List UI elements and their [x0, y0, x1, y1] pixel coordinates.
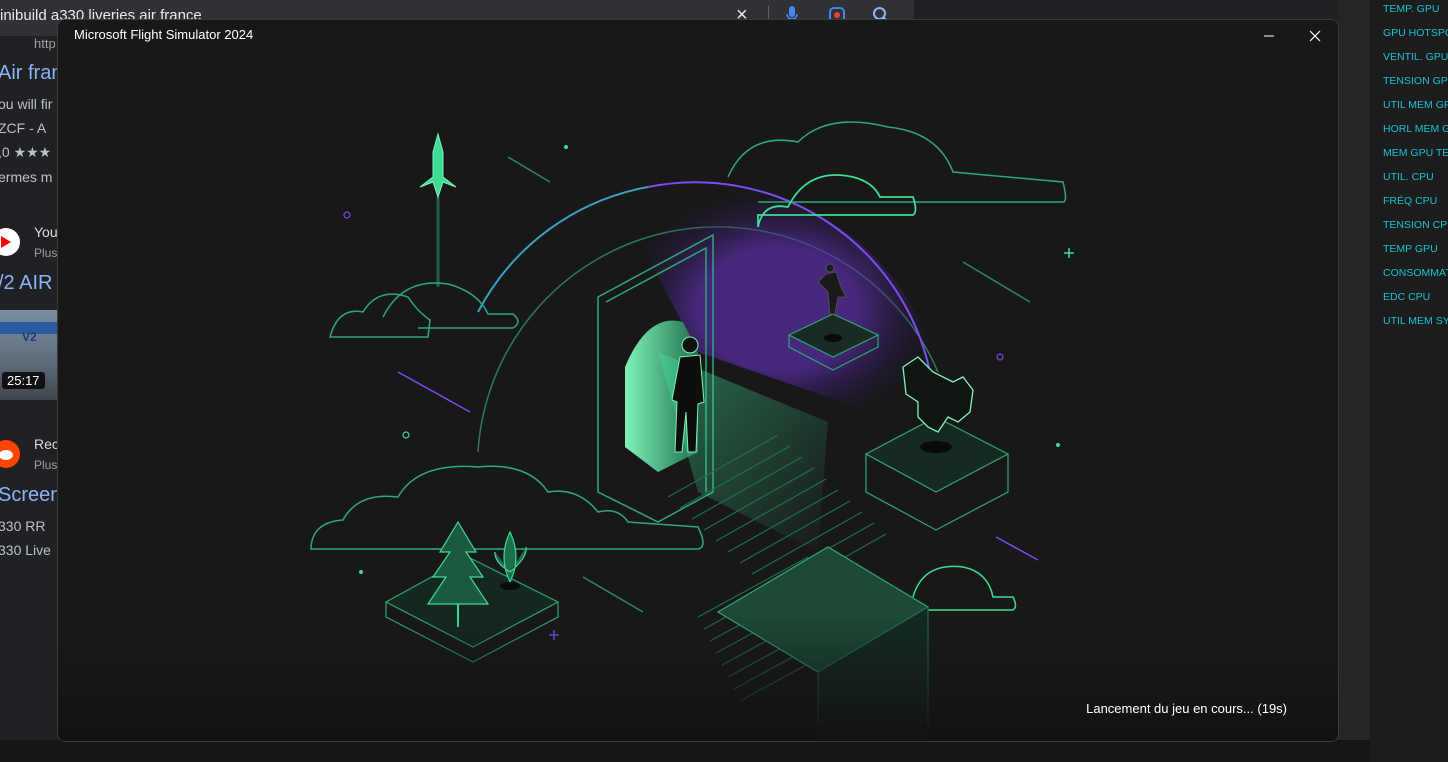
monitor-label: UTIL MEM SYS — [1383, 315, 1448, 327]
monitor-label: GPU HOTSPOT — [1383, 27, 1448, 39]
monitor-label: HORL MEM GPU — [1383, 123, 1448, 135]
cloud-bottom-left — [310, 465, 704, 550]
search-result-text: ,0 ★★★ — [0, 144, 52, 160]
sparkle — [1056, 443, 1060, 447]
sparkle — [564, 145, 568, 149]
search-result-text: Air fran — [0, 62, 60, 84]
loading-status: Lancement du jeu en cours... (19s) — [1086, 701, 1287, 716]
monitor-label: CONSOMMATION — [1383, 267, 1448, 279]
monitor-label: TEMP GPU — [1383, 243, 1438, 255]
search-result-text: ermes m — [0, 169, 53, 185]
close-button[interactable] — [1292, 20, 1338, 52]
loading-illustration — [58, 121, 1338, 741]
search-result-text: 330 RR — [0, 518, 46, 534]
title-bar[interactable]: Microsoft Flight Simulator 2024 — [58, 20, 1338, 52]
sparkle-plus — [1064, 248, 1074, 258]
monitor-label: TEMP. GPU — [1383, 3, 1440, 15]
browser-scroll-area — [1338, 0, 1370, 740]
sparkle — [996, 353, 1004, 361]
search-results-column: http Air fran ou will fir ZCF - A ,0 ★★★ erme… — [0, 0, 60, 740]
rocket-icon — [419, 132, 457, 287]
streak — [582, 576, 644, 613]
streak — [507, 156, 551, 183]
minimize-icon — [1264, 35, 1274, 37]
youtube-avatar-icon — [0, 228, 20, 256]
monitor-label: EDC CPU — [1383, 291, 1431, 303]
search-result-text: You — [34, 224, 58, 240]
search-result-text: ou will fir — [0, 96, 53, 112]
search-result-text: Plus — [34, 246, 58, 260]
search-result-text: ZCF - A — [0, 120, 47, 136]
app-window: Microsoft Flight Simulator 2024 Lancemen… — [57, 19, 1339, 742]
cloud-bottom-right — [912, 565, 1017, 611]
cloud-top-right — [727, 121, 1067, 203]
streak — [397, 371, 471, 413]
thumbnail-text: V2 — [22, 330, 37, 344]
monitor-label: FRÉQ CPU — [1383, 195, 1438, 207]
monitor-label: UTIL MEM GPU — [1383, 99, 1448, 111]
bottom-bar — [0, 740, 1448, 762]
search-result-text: Screen — [0, 484, 60, 506]
sparkle — [343, 211, 351, 219]
monitor-label: TENSION GPU — [1383, 75, 1448, 87]
bottom-fade — [58, 612, 1338, 741]
video-duration: 25:17 — [2, 372, 45, 389]
window-title: Microsoft Flight Simulator 2024 — [74, 27, 254, 42]
monitor-label: MEM GPU TEMP — [1383, 147, 1448, 159]
search-result-text: /2 AIR — [0, 272, 53, 294]
sparkle — [402, 431, 410, 439]
search-result-text: http — [34, 36, 56, 51]
streak — [962, 261, 1031, 303]
monitor-label: VENTIL. GPU — [1383, 51, 1448, 63]
close-icon — [1309, 30, 1321, 42]
reddit-avatar-icon — [0, 440, 20, 468]
streak — [995, 536, 1039, 561]
minimize-button[interactable] — [1246, 20, 1292, 52]
search-result-text: 330 Live — [0, 542, 51, 558]
sparkle — [359, 570, 363, 574]
hardware-monitor-overlay: TEMP. GPU GPU HOTSPOT VENTIL. GPU TENSION G… — [1370, 0, 1448, 762]
search-result-text: Plus — [34, 458, 58, 472]
monitor-label: TENSION CPU — [1383, 219, 1448, 231]
monitor-label: UTIL. CPU — [1383, 171, 1434, 183]
search-result-text: Rec — [34, 436, 59, 452]
